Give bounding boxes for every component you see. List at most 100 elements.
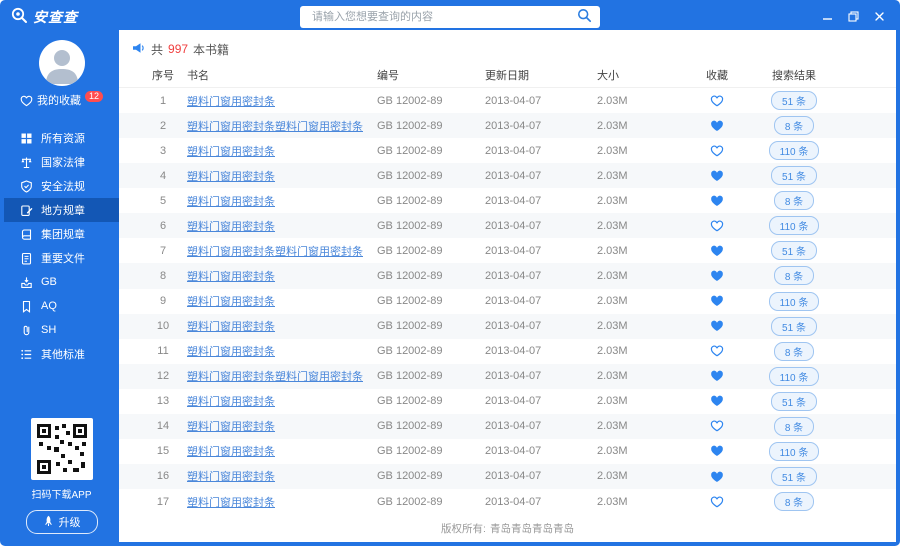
book-title-link[interactable]: 塑料门窗用密封条 (187, 471, 275, 483)
favorite-heart-filled-icon[interactable] (710, 370, 724, 382)
book-title-link[interactable]: 塑料门窗用密封条 (187, 146, 275, 158)
search-button[interactable] (575, 8, 594, 26)
favorite-heart-filled-icon[interactable] (710, 270, 724, 282)
book-title-link[interactable]: 塑料门窗用密封条 (187, 321, 275, 333)
search-results-button[interactable]: 110 条 (769, 292, 820, 311)
book-code: GB 12002-89 (377, 370, 485, 382)
search-results-button[interactable]: 8 条 (774, 191, 814, 210)
favorite-heart-filled-icon[interactable] (710, 170, 724, 182)
favorite-heart-filled-icon[interactable] (710, 320, 724, 332)
favorite-heart-filled-icon[interactable] (710, 120, 724, 132)
column-header-2: 书名 (187, 67, 377, 83)
qr-caption: 扫码下载APP (4, 486, 119, 501)
main-content: 共 997 本书籍 序号书名编号更新日期大小收藏搜索结果 1塑料门窗用密封条GB… (119, 30, 896, 542)
file-size: 2.03M (597, 95, 685, 107)
row-index: 4 (139, 170, 187, 182)
file-icon (20, 252, 33, 265)
book-title-link[interactable]: 塑料门窗用密封条 (187, 421, 275, 433)
close-button[interactable] (866, 7, 892, 27)
book-title-link[interactable]: 塑料门窗用密封条 (187, 221, 275, 233)
favorite-heart-outline-icon[interactable] (710, 95, 724, 107)
search-results-button[interactable]: 51 条 (771, 467, 817, 486)
favorite-heart-filled-icon[interactable] (710, 445, 724, 457)
shield-icon (20, 180, 33, 193)
favorite-heart-outline-icon[interactable] (710, 145, 724, 157)
book-title-link[interactable]: 塑料门窗用密封条塑料门窗用密封条 (187, 246, 363, 258)
search-results-button[interactable]: 110 条 (769, 442, 820, 461)
book-title-cell: 塑料门窗用密封条塑料门窗用密封条 (187, 118, 377, 134)
favorites-count-badge: 12 (85, 91, 103, 102)
update-date: 2013-04-07 (485, 270, 597, 282)
favorite-heart-filled-icon[interactable] (710, 395, 724, 407)
file-size: 2.03M (597, 170, 685, 182)
search-results-button[interactable]: 8 条 (774, 342, 814, 361)
file-size: 2.03M (597, 345, 685, 357)
favorite-heart-outline-icon[interactable] (710, 420, 724, 432)
book-title-link[interactable]: 塑料门窗用密封条塑料门窗用密封条 (187, 371, 363, 383)
maximize-button[interactable] (840, 7, 866, 27)
avatar[interactable] (39, 40, 85, 86)
search-results-button[interactable]: 51 条 (771, 317, 817, 336)
sidebar-item-local-regulations[interactable]: 地方规章 (4, 198, 119, 222)
minimize-button[interactable] (814, 7, 840, 27)
results-cell: 51 条 (749, 166, 839, 185)
search-results-button[interactable]: 8 条 (774, 492, 814, 511)
book-title-link[interactable]: 塑料门窗用密封条 (187, 346, 275, 358)
favorite-heart-filled-icon[interactable] (710, 245, 724, 257)
book-title-link[interactable]: 塑料门窗用密封条 (187, 196, 275, 208)
favorite-heart-outline-icon[interactable] (710, 345, 724, 357)
search-results-button[interactable]: 8 条 (774, 116, 814, 135)
search-results-button[interactable]: 51 条 (771, 241, 817, 260)
sidebar-item-safety-regulations[interactable]: 安全法规 (4, 174, 119, 198)
sidebar-item-label: 其他标准 (41, 346, 85, 362)
search-results-button[interactable]: 110 条 (769, 216, 820, 235)
search-results-button[interactable]: 51 条 (771, 91, 817, 110)
favorite-cell (685, 220, 749, 232)
search-results-button[interactable]: 8 条 (774, 266, 814, 285)
book-code: GB 12002-89 (377, 445, 485, 457)
sidebar-item-all-resources[interactable]: 所有资源 (4, 126, 119, 150)
book-title-link[interactable]: 塑料门窗用密封条 (187, 271, 275, 283)
search-results-button[interactable]: 8 条 (774, 417, 814, 436)
book-title-link[interactable]: 塑料门窗用密封条 (187, 96, 275, 108)
sidebar-item-national-laws[interactable]: 国家法律 (4, 150, 119, 174)
favorite-cell (685, 295, 749, 307)
my-favorites[interactable]: 我的收藏 12 (4, 95, 119, 110)
book-code: GB 12002-89 (377, 145, 485, 157)
file-size: 2.03M (597, 395, 685, 407)
sidebar-item-sh[interactable]: SH (4, 318, 119, 342)
book-title-link[interactable]: 塑料门窗用密封条塑料门窗用密封条 (187, 121, 363, 133)
book-title-cell: 塑料门窗用密封条 (187, 293, 377, 309)
favorite-heart-filled-icon[interactable] (710, 295, 724, 307)
book-title-cell: 塑料门窗用密封条 (187, 218, 377, 234)
edit-document-icon (20, 204, 33, 217)
search-results-button[interactable]: 51 条 (771, 392, 817, 411)
sidebar-item-other-standards[interactable]: 其他标准 (4, 342, 119, 366)
book-title-link[interactable]: 塑料门窗用密封条 (187, 497, 275, 509)
table-row: 4塑料门窗用密封条GB 12002-892013-04-072.03M51 条 (119, 163, 896, 188)
minimize-icon (822, 10, 833, 25)
search-results-button[interactable]: 51 条 (771, 166, 817, 185)
favorite-heart-outline-icon[interactable] (710, 220, 724, 232)
sidebar-item-important-documents[interactable]: 重要文件 (4, 246, 119, 270)
favorite-cell (685, 395, 749, 407)
update-date: 2013-04-07 (485, 170, 597, 182)
results-cell: 8 条 (749, 191, 839, 210)
favorite-cell (685, 270, 749, 282)
sidebar-item-aq[interactable]: AQ (4, 294, 119, 318)
favorite-heart-filled-icon[interactable] (710, 195, 724, 207)
search-results-button[interactable]: 110 条 (769, 367, 820, 386)
book-title-link[interactable]: 塑料门窗用密封条 (187, 396, 275, 408)
favorite-cell (685, 470, 749, 482)
favorite-heart-outline-icon[interactable] (710, 496, 724, 508)
upgrade-button[interactable]: 升级 (26, 510, 98, 534)
search-results-button[interactable]: 110 条 (769, 141, 820, 160)
sidebar-item-gb[interactable]: GB (4, 270, 119, 294)
update-date: 2013-04-07 (485, 195, 597, 207)
book-title-link[interactable]: 塑料门窗用密封条 (187, 296, 275, 308)
book-title-link[interactable]: 塑料门窗用密封条 (187, 171, 275, 183)
favorite-heart-filled-icon[interactable] (710, 471, 724, 483)
search-input[interactable] (310, 10, 575, 24)
book-title-link[interactable]: 塑料门窗用密封条 (187, 446, 275, 458)
sidebar-item-group-rules[interactable]: 集团规章 (4, 222, 119, 246)
